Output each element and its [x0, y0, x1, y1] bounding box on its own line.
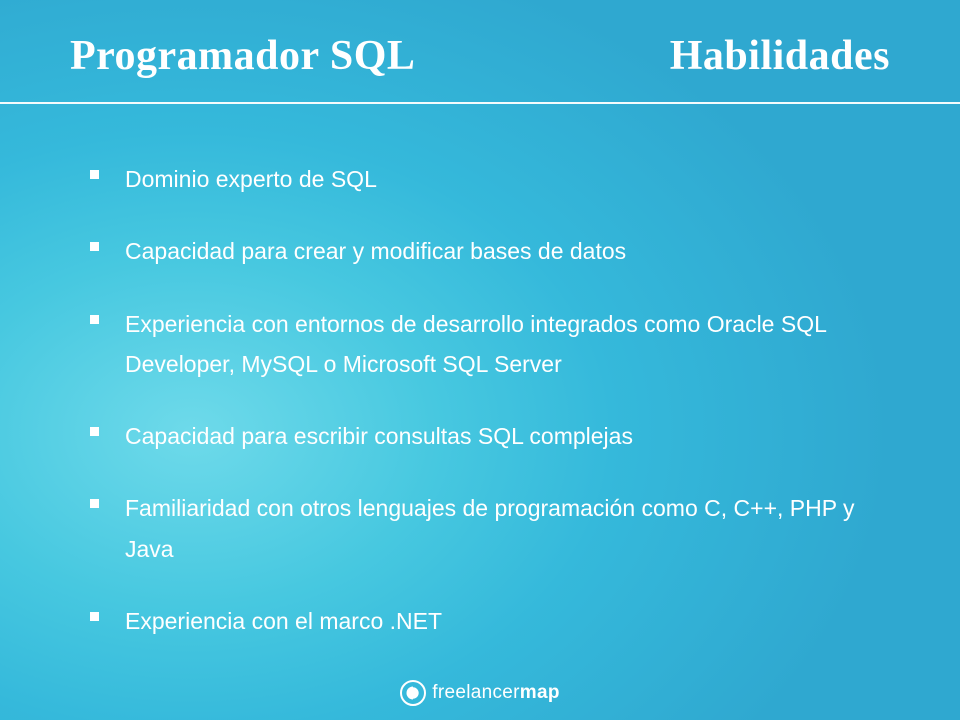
list-item: Capacidad para crear y modificar bases d… [90, 231, 870, 271]
list-item-text: Experiencia con el marco .NET [125, 601, 442, 641]
page-title: Programador SQL [70, 32, 415, 80]
list-item: Familiaridad con otros lenguajes de prog… [90, 488, 870, 569]
square-bullet-icon [90, 315, 99, 324]
brand-text-bold: map [520, 682, 560, 703]
brand-text-light: freelancer [432, 682, 520, 703]
globe-icon [400, 680, 426, 706]
footer: freelancermap [0, 680, 960, 706]
slide-header: Programador SQL Habilidades [0, 0, 960, 102]
skills-list: Dominio experto de SQL Capacidad para cr… [0, 104, 960, 641]
list-item-text: Familiaridad con otros lenguajes de prog… [125, 488, 870, 569]
square-bullet-icon [90, 499, 99, 508]
list-item-text: Dominio experto de SQL [125, 159, 377, 199]
header-divider [0, 102, 960, 104]
section-title: Habilidades [670, 32, 890, 80]
list-item: Capacidad para escribir consultas SQL co… [90, 416, 870, 456]
square-bullet-icon [90, 612, 99, 621]
list-item-text: Capacidad para crear y modificar bases d… [125, 231, 626, 271]
square-bullet-icon [90, 427, 99, 436]
list-item-text: Experiencia con entornos de desarrollo i… [125, 304, 870, 385]
list-item: Experiencia con entornos de desarrollo i… [90, 304, 870, 385]
square-bullet-icon [90, 170, 99, 179]
brand-text: freelancermap [432, 682, 559, 704]
brand-logo: freelancermap [400, 680, 559, 706]
list-item: Dominio experto de SQL [90, 159, 870, 199]
square-bullet-icon [90, 242, 99, 251]
list-item-text: Capacidad para escribir consultas SQL co… [125, 416, 633, 456]
list-item: Experiencia con el marco .NET [90, 601, 870, 641]
